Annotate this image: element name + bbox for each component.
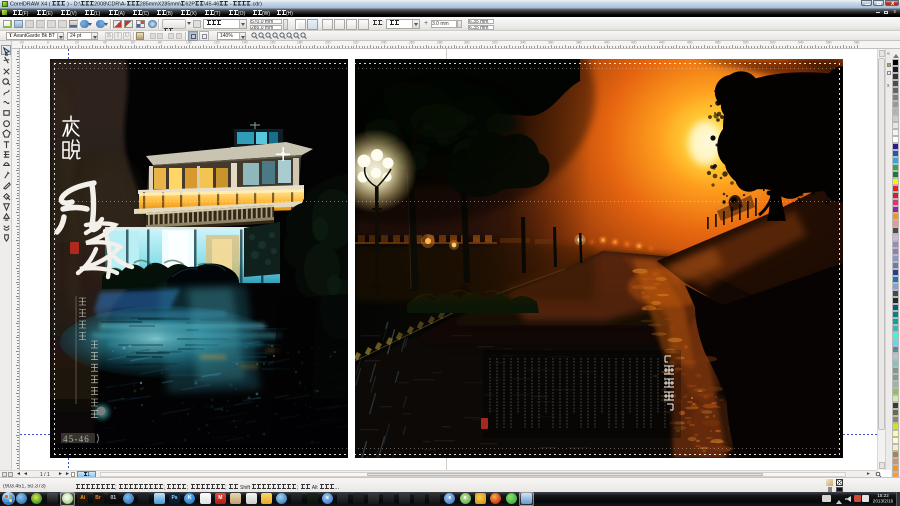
- svg-text:45-46: 45-46: [63, 434, 90, 444]
